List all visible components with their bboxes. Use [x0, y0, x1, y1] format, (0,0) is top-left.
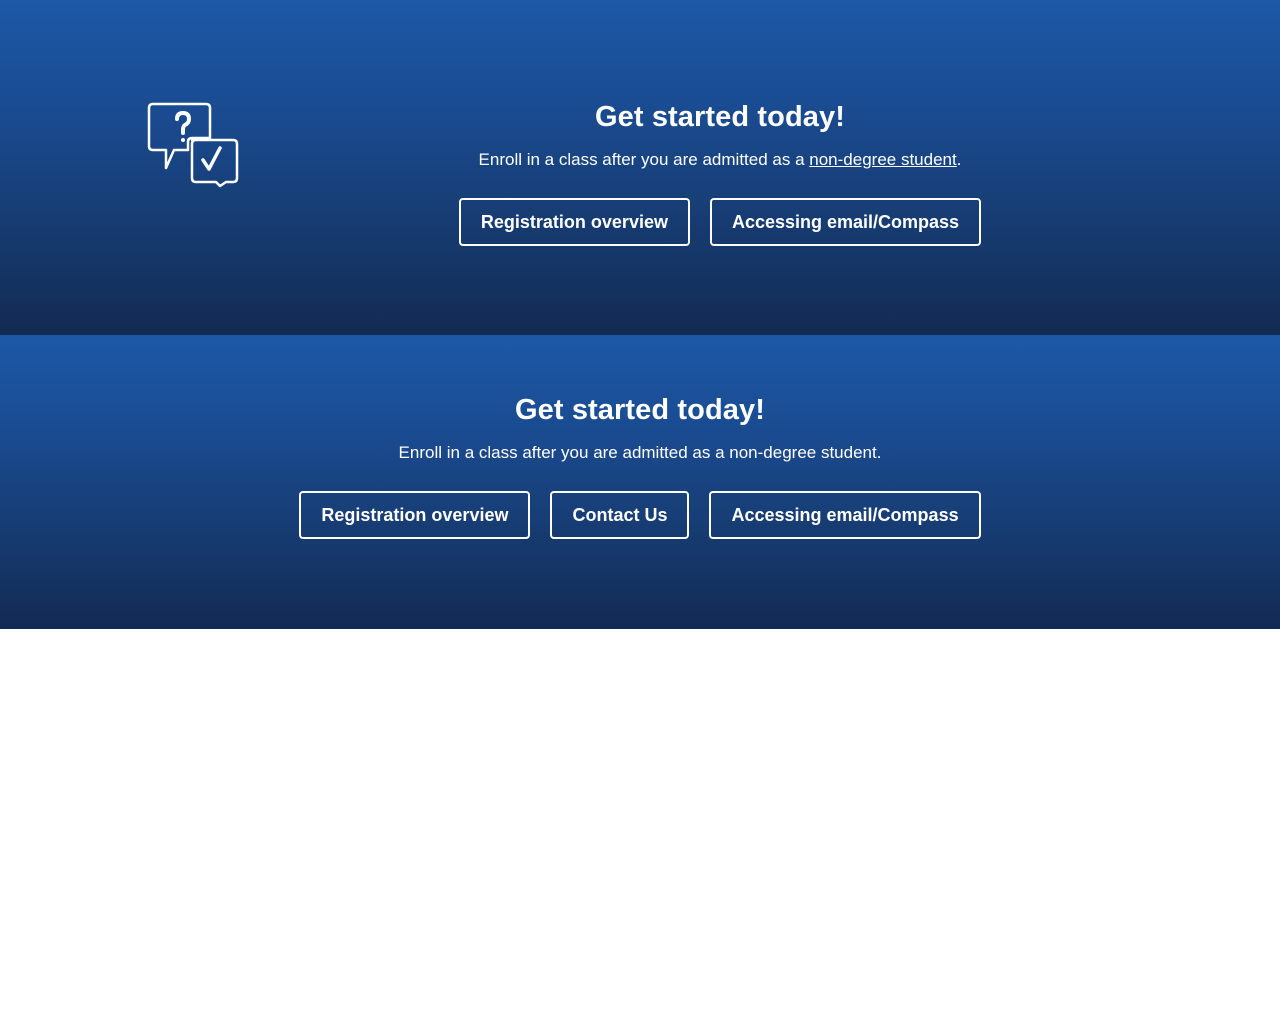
contact-us-button[interactable]: Contact Us	[550, 491, 690, 539]
get-started-content: Get started today! Enroll in a class aft…	[400, 98, 1040, 246]
button-row: Registration overview Contact Us Accessi…	[0, 491, 1280, 539]
get-started-content: Get started today! Enroll in a class aft…	[0, 391, 1280, 539]
registration-overview-button[interactable]: Registration overview	[458, 198, 690, 246]
section-lede: Enroll in a class after you are admitted…	[398, 443, 882, 462]
button-row: Registration overview Accessing email/Co…	[400, 198, 1040, 246]
accessing-email-compass-button[interactable]: Accessing email/Compass	[709, 198, 982, 246]
registration-overview-button[interactable]: Registration overview	[299, 491, 531, 539]
get-started-section-with-icon: Get started today! Enroll in a class aft…	[0, 0, 1280, 335]
section-lede: Enroll in a class after you are admitted…	[400, 148, 1040, 172]
question-answer-chat-icon	[146, 102, 240, 188]
section-title: Get started today!	[515, 394, 765, 426]
lede-prefix: Enroll in a class after you are admitted…	[478, 150, 810, 169]
section-title: Get started today!	[595, 101, 845, 133]
lede-suffix: .	[956, 150, 962, 169]
non-degree-student-link[interactable]: non-degree student	[809, 150, 956, 169]
accessing-email-compass-button[interactable]: Accessing email/Compass	[709, 491, 981, 539]
get-started-section: Get started today! Enroll in a class aft…	[0, 335, 1280, 629]
